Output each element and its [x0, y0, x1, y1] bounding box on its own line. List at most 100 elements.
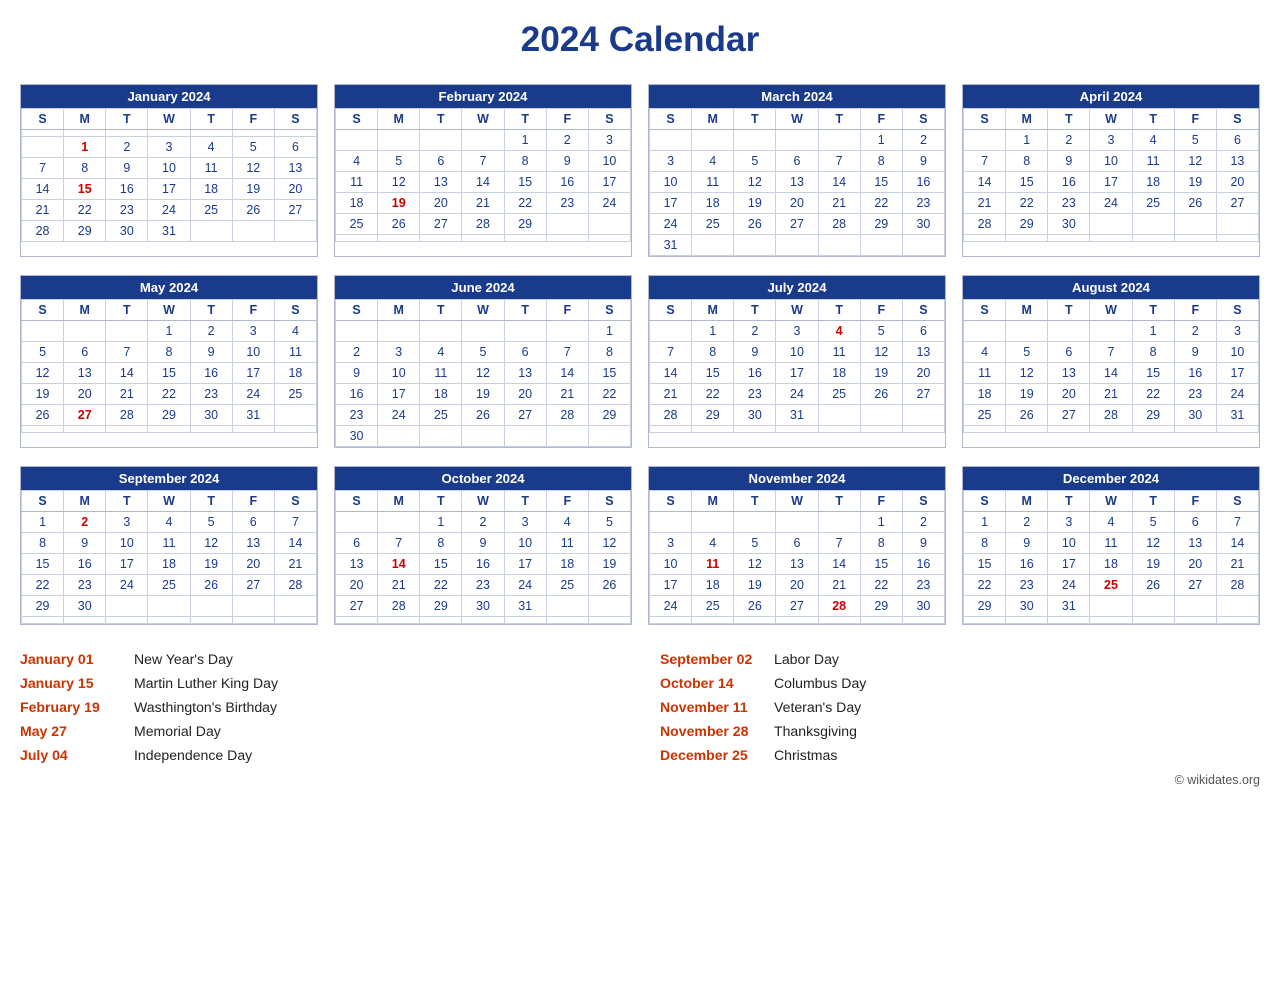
calendar-day[interactable]: 15 [588, 363, 630, 384]
calendar-day[interactable]: 9 [462, 533, 504, 554]
calendar-day[interactable]: 15 [420, 554, 462, 575]
calendar-day[interactable] [22, 130, 64, 137]
calendar-day[interactable]: 13 [64, 363, 106, 384]
calendar-day[interactable]: 26 [860, 384, 902, 405]
calendar-day[interactable]: 19 [1132, 554, 1174, 575]
calendar-day[interactable] [190, 617, 232, 624]
calendar-day[interactable]: 20 [504, 384, 546, 405]
calendar-day[interactable]: 8 [22, 533, 64, 554]
calendar-day[interactable]: 17 [776, 363, 818, 384]
calendar-day[interactable]: 10 [1216, 342, 1258, 363]
calendar-day[interactable]: 16 [336, 384, 378, 405]
calendar-day[interactable]: 9 [1006, 533, 1048, 554]
calendar-day[interactable]: 29 [860, 214, 902, 235]
calendar-day[interactable]: 23 [546, 193, 588, 214]
calendar-day[interactable] [818, 617, 860, 624]
calendar-day[interactable]: 5 [734, 533, 776, 554]
calendar-day[interactable]: 16 [902, 172, 944, 193]
calendar-day[interactable]: 6 [776, 533, 818, 554]
calendar-day[interactable]: 11 [274, 342, 316, 363]
calendar-day[interactable] [818, 235, 860, 256]
calendar-day[interactable]: 13 [336, 554, 378, 575]
calendar-day[interactable]: 3 [1216, 321, 1258, 342]
calendar-day[interactable]: 13 [504, 363, 546, 384]
calendar-day[interactable] [588, 617, 630, 624]
calendar-day[interactable]: 5 [462, 342, 504, 363]
calendar-day[interactable]: 27 [1174, 575, 1216, 596]
calendar-day[interactable]: 30 [64, 596, 106, 617]
calendar-day[interactable]: 29 [1006, 214, 1048, 235]
calendar-day[interactable]: 30 [902, 596, 944, 617]
calendar-day[interactable]: 1 [1132, 321, 1174, 342]
calendar-day[interactable]: 11 [692, 554, 734, 575]
calendar-day[interactable]: 25 [692, 596, 734, 617]
calendar-day[interactable]: 8 [860, 151, 902, 172]
calendar-day[interactable]: 21 [818, 575, 860, 596]
calendar-day[interactable] [378, 617, 420, 624]
calendar-day[interactable]: 5 [22, 342, 64, 363]
calendar-day[interactable] [692, 512, 734, 533]
calendar-day[interactable]: 17 [378, 384, 420, 405]
calendar-day[interactable]: 16 [546, 172, 588, 193]
calendar-day[interactable]: 27 [902, 384, 944, 405]
calendar-day[interactable]: 19 [378, 193, 420, 214]
calendar-day[interactable]: 27 [232, 575, 274, 596]
calendar-day[interactable]: 12 [734, 172, 776, 193]
calendar-day[interactable] [378, 235, 420, 242]
calendar-day[interactable]: 28 [818, 214, 860, 235]
calendar-day[interactable] [420, 235, 462, 242]
calendar-day[interactable] [106, 617, 148, 624]
calendar-day[interactable]: 16 [734, 363, 776, 384]
calendar-day[interactable] [1132, 596, 1174, 617]
calendar-day[interactable]: 24 [106, 575, 148, 596]
calendar-day[interactable] [420, 426, 462, 447]
calendar-day[interactable] [818, 512, 860, 533]
calendar-day[interactable]: 31 [776, 405, 818, 426]
calendar-day[interactable]: 12 [1174, 151, 1216, 172]
calendar-day[interactable]: 3 [1090, 130, 1132, 151]
calendar-day[interactable]: 14 [818, 554, 860, 575]
calendar-day[interactable]: 9 [902, 151, 944, 172]
calendar-day[interactable]: 17 [106, 554, 148, 575]
calendar-day[interactable]: 8 [1006, 151, 1048, 172]
calendar-day[interactable]: 4 [1090, 512, 1132, 533]
calendar-day[interactable] [546, 596, 588, 617]
calendar-day[interactable]: 5 [1006, 342, 1048, 363]
calendar-day[interactable]: 13 [420, 172, 462, 193]
calendar-day[interactable]: 26 [378, 214, 420, 235]
calendar-day[interactable] [734, 426, 776, 433]
calendar-day[interactable]: 4 [420, 342, 462, 363]
calendar-day[interactable]: 30 [106, 221, 148, 242]
calendar-day[interactable]: 26 [734, 596, 776, 617]
calendar-day[interactable]: 17 [232, 363, 274, 384]
calendar-day[interactable]: 14 [818, 172, 860, 193]
calendar-day[interactable]: 15 [860, 554, 902, 575]
calendar-day[interactable]: 30 [1174, 405, 1216, 426]
calendar-day[interactable]: 30 [462, 596, 504, 617]
calendar-day[interactable] [462, 130, 504, 151]
calendar-day[interactable]: 20 [776, 193, 818, 214]
calendar-day[interactable]: 30 [190, 405, 232, 426]
calendar-day[interactable]: 29 [860, 596, 902, 617]
calendar-day[interactable]: 22 [148, 384, 190, 405]
calendar-day[interactable]: 6 [336, 533, 378, 554]
calendar-day[interactable]: 5 [588, 512, 630, 533]
calendar-day[interactable]: 17 [1216, 363, 1258, 384]
calendar-day[interactable] [1090, 321, 1132, 342]
calendar-day[interactable] [106, 596, 148, 617]
calendar-day[interactable]: 6 [1048, 342, 1090, 363]
calendar-day[interactable] [546, 235, 588, 242]
calendar-day[interactable] [232, 596, 274, 617]
calendar-day[interactable]: 11 [1090, 533, 1132, 554]
calendar-day[interactable] [462, 321, 504, 342]
calendar-day[interactable] [1090, 235, 1132, 242]
calendar-day[interactable]: 13 [776, 172, 818, 193]
calendar-day[interactable]: 15 [692, 363, 734, 384]
calendar-day[interactable] [588, 596, 630, 617]
calendar-day[interactable] [336, 130, 378, 151]
calendar-day[interactable]: 4 [692, 151, 734, 172]
calendar-day[interactable]: 3 [650, 533, 692, 554]
calendar-day[interactable] [692, 426, 734, 433]
calendar-day[interactable]: 7 [546, 342, 588, 363]
calendar-day[interactable] [274, 221, 316, 242]
